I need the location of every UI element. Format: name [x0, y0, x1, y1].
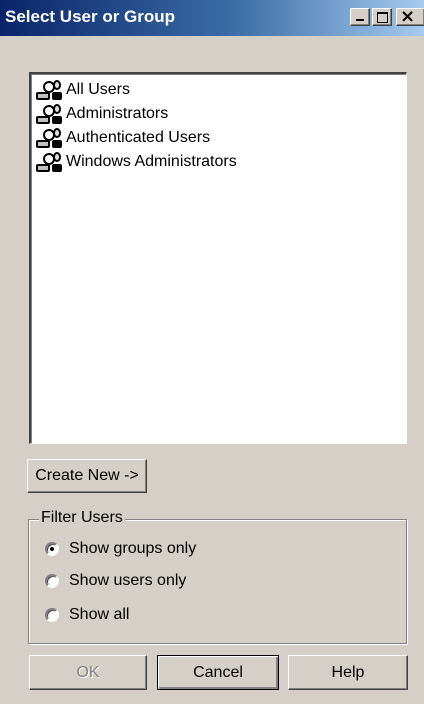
create-new-button[interactable]: Create New ->	[27, 459, 147, 493]
radio-button[interactable]	[45, 608, 59, 622]
filter-users-legend: Filter Users	[39, 509, 125, 527]
radio-show-all[interactable]: Show all	[45, 603, 129, 627]
help-button[interactable]: Help	[288, 655, 408, 690]
maximize-icon	[377, 12, 388, 23]
user-group-icon	[36, 128, 62, 148]
minimize-button[interactable]	[350, 8, 370, 26]
user-group-list[interactable]: All Users Administrators Authenticated U…	[29, 72, 407, 444]
list-item-authenticated-users[interactable]: Authenticated Users	[35, 126, 210, 150]
radio-label: Show users only	[69, 572, 187, 589]
cancel-button[interactable]: Cancel	[157, 655, 279, 690]
list-item-administrators[interactable]: Administrators	[35, 102, 168, 126]
user-group-icon	[36, 104, 62, 124]
close-icon: ×	[400, 6, 416, 27]
list-item-windows-administrators[interactable]: Windows Administrators	[35, 150, 237, 174]
list-item-label: Administrators	[66, 105, 169, 122]
minimize-icon	[356, 19, 364, 21]
window-title: Select User or Group	[5, 7, 176, 26]
radio-label: Show groups only	[69, 540, 197, 557]
user-group-icon	[36, 152, 62, 172]
radio-label: Show all	[69, 606, 130, 623]
list-item-label: Windows Administrators	[66, 153, 237, 170]
maximize-button[interactable]	[372, 8, 392, 26]
radio-show-users-only[interactable]: Show users only	[45, 569, 186, 593]
radio-button[interactable]	[45, 574, 59, 588]
radio-selected-dot	[50, 547, 54, 551]
list-item-label: Authenticated Users	[66, 129, 211, 146]
user-group-icon	[36, 80, 62, 100]
title-bar[interactable]: Select User or Group ×	[0, 0, 424, 36]
radio-button[interactable]	[45, 542, 59, 556]
list-item-label: All Users	[66, 81, 131, 98]
ok-button[interactable]: OK	[29, 655, 147, 690]
close-button[interactable]: ×	[396, 6, 424, 27]
radio-show-groups-only[interactable]: Show groups only	[45, 537, 196, 561]
list-item-all-users[interactable]: All Users	[35, 78, 130, 102]
